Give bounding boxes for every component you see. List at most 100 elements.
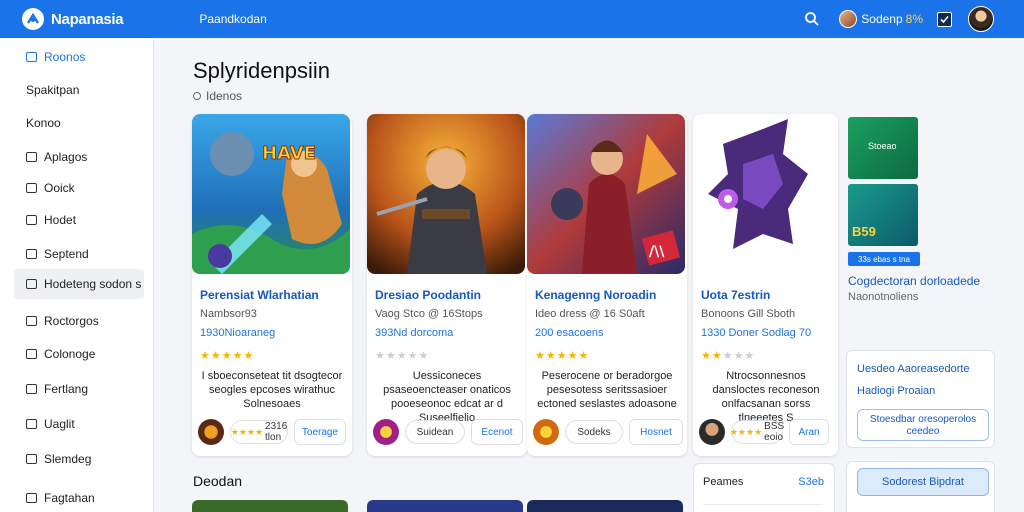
- page-title: Splyridenpsiin: [193, 58, 330, 83]
- sidebar-item-label: Fagtahan: [44, 491, 95, 505]
- info-panel: Uesdeo Aaoreasedorte Hadiogi Proaian Sto…: [846, 350, 995, 448]
- main-content: Splyridenpsiin Idenos HAVE Perensiat Wla…: [155, 38, 1024, 512]
- circle-icon: [193, 92, 201, 100]
- flag-icon: [26, 419, 37, 429]
- notification-icon[interactable]: [937, 11, 952, 27]
- sidebar-item-ooick[interactable]: Ooick: [14, 173, 144, 203]
- sidebar-item-roctorgos[interactable]: Roctorgos: [14, 306, 144, 336]
- game-card[interactable]: Uota 7estrin Bonoons Gill Sboth 1330 Don…: [693, 114, 838, 456]
- sidebar-item-label: Fertlang: [44, 382, 89, 396]
- sidebar-item-hodeteng[interactable]: Hodeteng sodon s: [14, 269, 144, 299]
- sidebar-item-hodet[interactable]: Hodet: [14, 205, 144, 235]
- card-stat: 200 esacoens: [535, 327, 604, 339]
- svg-text:/\\: /\\: [649, 244, 665, 260]
- top-nav-link[interactable]: Paandkodan: [199, 12, 266, 26]
- panel-button[interactable]: Stoesdbar oresoperolos ceedeo: [857, 409, 989, 441]
- card-footer: ★★★★ BSS eoio Aran: [699, 417, 839, 447]
- sidebar-item-spakitpan[interactable]: Spakitpan: [14, 75, 144, 105]
- sidebar-item-konoo[interactable]: Konoo: [14, 108, 144, 138]
- game-cover-image[interactable]: [367, 500, 523, 512]
- brand-name: Napanasia: [51, 10, 124, 28]
- promo-thumb[interactable]: Stoeao: [848, 117, 918, 179]
- panel-line[interactable]: Hadiogi Proaian: [857, 385, 935, 397]
- primary-cta-button[interactable]: Sodorest Bipdrat: [857, 468, 989, 496]
- list-icon: [26, 279, 37, 289]
- brand-logo[interactable]: Napanasia: [22, 8, 124, 30]
- gamepad-icon: [26, 316, 37, 326]
- game-cover-image[interactable]: [527, 500, 683, 512]
- settings-icon: [26, 454, 37, 464]
- section-title: Deodan: [193, 473, 243, 489]
- document-icon: [26, 215, 37, 225]
- card-title[interactable]: Perensiat Wlarhatian: [200, 288, 319, 302]
- card-meta: Bonoons Gill Sboth: [701, 308, 796, 320]
- brand-logo-icon: [22, 8, 44, 30]
- card-title[interactable]: Kenagenng Noroadin: [535, 288, 656, 302]
- stat-label: Peames: [703, 476, 744, 488]
- user-chip[interactable]: Sodenp 8%: [839, 10, 923, 28]
- game-cover-image: /\\: [527, 114, 685, 274]
- star-rating: ★★★★★: [701, 350, 756, 362]
- sidebar-item-label: Colonoge: [44, 347, 96, 361]
- card-stat: 1930Nioaraneg: [200, 327, 276, 339]
- sidebar-item-fertlang[interactable]: Fertlang: [14, 374, 144, 404]
- apps-icon: [26, 152, 37, 162]
- sidebar-item-label: Hodeteng sodon s: [44, 277, 142, 291]
- promo-tag: 33s ebas s tna: [848, 252, 920, 266]
- user-badge: 8%: [905, 12, 923, 26]
- card-footer: Suidean Ecenot: [373, 417, 523, 447]
- stat-value: S3eb: [798, 476, 824, 488]
- rating-chip: ★★★★ 2316 tlon: [230, 420, 288, 444]
- sidebar: Roonos Spakitpan Konoo Aplagos Ooick Hod…: [0, 38, 154, 512]
- star-rating: ★★★★★: [200, 350, 255, 362]
- card-footer: ★★★★ 2316 tlon Toerage: [198, 417, 348, 447]
- profile-avatar[interactable]: [968, 6, 994, 32]
- subtitle-text: Idenos: [206, 89, 243, 103]
- sidebar-item-label: Konoo: [26, 116, 61, 130]
- promo-thumb-label: B59: [852, 224, 876, 239]
- stat-panel: Peames S3eb: [693, 463, 835, 512]
- divider: [703, 504, 823, 505]
- sidebar-item-septend[interactable]: Septend: [14, 239, 144, 269]
- sidebar-item-fagtahan[interactable]: Fagtahan: [14, 483, 144, 512]
- game-cover-image: HAVE: [192, 114, 350, 274]
- game-card[interactable]: /\\ Kenagenng Noroadin Ideo dress @ 16 S…: [527, 114, 687, 456]
- box-icon: [26, 349, 37, 359]
- star-rating: ★★★★★: [375, 350, 430, 362]
- game-cover-image: [693, 114, 838, 274]
- card-title[interactable]: Uota 7estrin: [701, 288, 770, 302]
- sidebar-item-colonoge[interactable]: Colonoge: [14, 339, 144, 369]
- card-meta: Nambsor93: [200, 308, 257, 320]
- sidebar-item-aplagos[interactable]: Aplagos: [14, 142, 144, 172]
- trophy-icon: [26, 384, 37, 394]
- card-footer: Sodeks Hosnet: [533, 417, 683, 447]
- card-action-button[interactable]: Aran: [789, 419, 829, 445]
- card-description: Peserocene or beradorgoe pesesotess seri…: [537, 370, 677, 410]
- promo-thumb-label: Stoeao: [868, 141, 897, 151]
- sidebar-item-label: Septend: [44, 247, 89, 261]
- sidebar-item-label: Roctorgos: [44, 314, 99, 328]
- card-action-button[interactable]: Ecenot: [471, 419, 523, 445]
- sidebar-item-label: Roonos: [44, 50, 86, 64]
- card-action-button[interactable]: Toerage: [294, 419, 346, 445]
- card-title[interactable]: Dresiao Poodantin: [375, 288, 481, 302]
- folder-icon: [26, 183, 37, 193]
- sidebar-item-roonos[interactable]: Roonos: [14, 42, 144, 72]
- promo-thumb[interactable]: B59: [848, 184, 918, 246]
- publisher-avatar: [373, 419, 399, 445]
- sidebar-item-slemdeg[interactable]: Slemdeg: [14, 444, 144, 474]
- promo-link[interactable]: Cogdectoran dorloadede: [848, 274, 980, 288]
- game-card[interactable]: Dresiao Poodantin Vaog Stco @ 16Stops 39…: [367, 114, 527, 456]
- game-card[interactable]: HAVE Perensiat Wlarhatian Nambsor93 1930…: [192, 114, 352, 456]
- rating-chip: ★★★★ BSS eoio: [729, 420, 785, 444]
- game-cover-image[interactable]: [192, 500, 348, 512]
- svg-text:HAVE: HAVE: [262, 143, 316, 164]
- star-rating: ★★★★★: [535, 350, 590, 362]
- promo-subtext: Naonotnoliens: [848, 291, 919, 303]
- sidebar-item-label: Hodet: [44, 213, 77, 227]
- card-action-button[interactable]: Hosnet: [629, 419, 683, 445]
- panel-line[interactable]: Uesdeo Aaoreasedorte: [857, 363, 970, 375]
- search-icon[interactable]: [801, 8, 823, 30]
- sidebar-item-uaglit[interactable]: Uaglit: [14, 409, 144, 439]
- card-description: I sboeconseteat tit dsogtecor seogles ep…: [201, 370, 343, 410]
